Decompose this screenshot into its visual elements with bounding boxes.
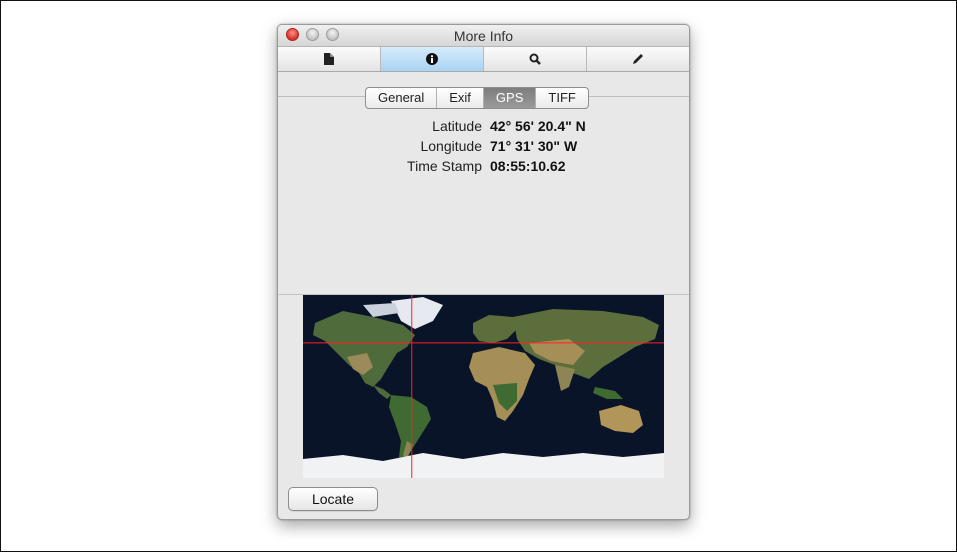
latitude-label: Latitude [432, 118, 482, 134]
timestamp-value: 08:55:10.62 [490, 158, 566, 174]
longitude-row: Longitude 71° 31' 30" W [278, 138, 689, 158]
toolbar-keywords-button[interactable] [484, 47, 587, 71]
toolbar-annotations-button[interactable] [587, 47, 689, 71]
latitude-row: Latitude 42° 56' 20.4" N [278, 118, 689, 138]
window-title: More Info [453, 28, 514, 44]
longitude-label: Longitude [420, 138, 482, 154]
latitude-value: 42° 56' 20.4" N [490, 118, 586, 134]
document-icon [324, 53, 334, 65]
info-icon [426, 53, 438, 65]
tab-gps[interactable]: GPS [483, 88, 537, 108]
inspector-toolbar [278, 47, 689, 72]
locate-button[interactable]: Locate [288, 487, 378, 511]
toolbar-document-button[interactable] [278, 47, 381, 71]
more-info-window: More Info General Exif GPS TIFF Latitude… [277, 24, 690, 520]
longitude-value: 71° 31' 30" W [490, 138, 578, 154]
tab-segmented-control: General Exif GPS TIFF [365, 87, 589, 109]
magnifier-icon [529, 53, 541, 65]
tab-exif[interactable]: Exif [437, 88, 484, 108]
world-map-image [303, 295, 664, 478]
toolbar-info-button[interactable] [381, 47, 484, 71]
titlebar[interactable]: More Info [278, 25, 689, 47]
tab-tiff[interactable]: TIFF [536, 88, 587, 108]
pencil-icon [633, 54, 643, 64]
world-map[interactable] [303, 295, 664, 478]
timestamp-label: Time Stamp [407, 158, 482, 174]
timestamp-row: Time Stamp 08:55:10.62 [278, 158, 689, 178]
tab-general[interactable]: General [366, 88, 438, 108]
